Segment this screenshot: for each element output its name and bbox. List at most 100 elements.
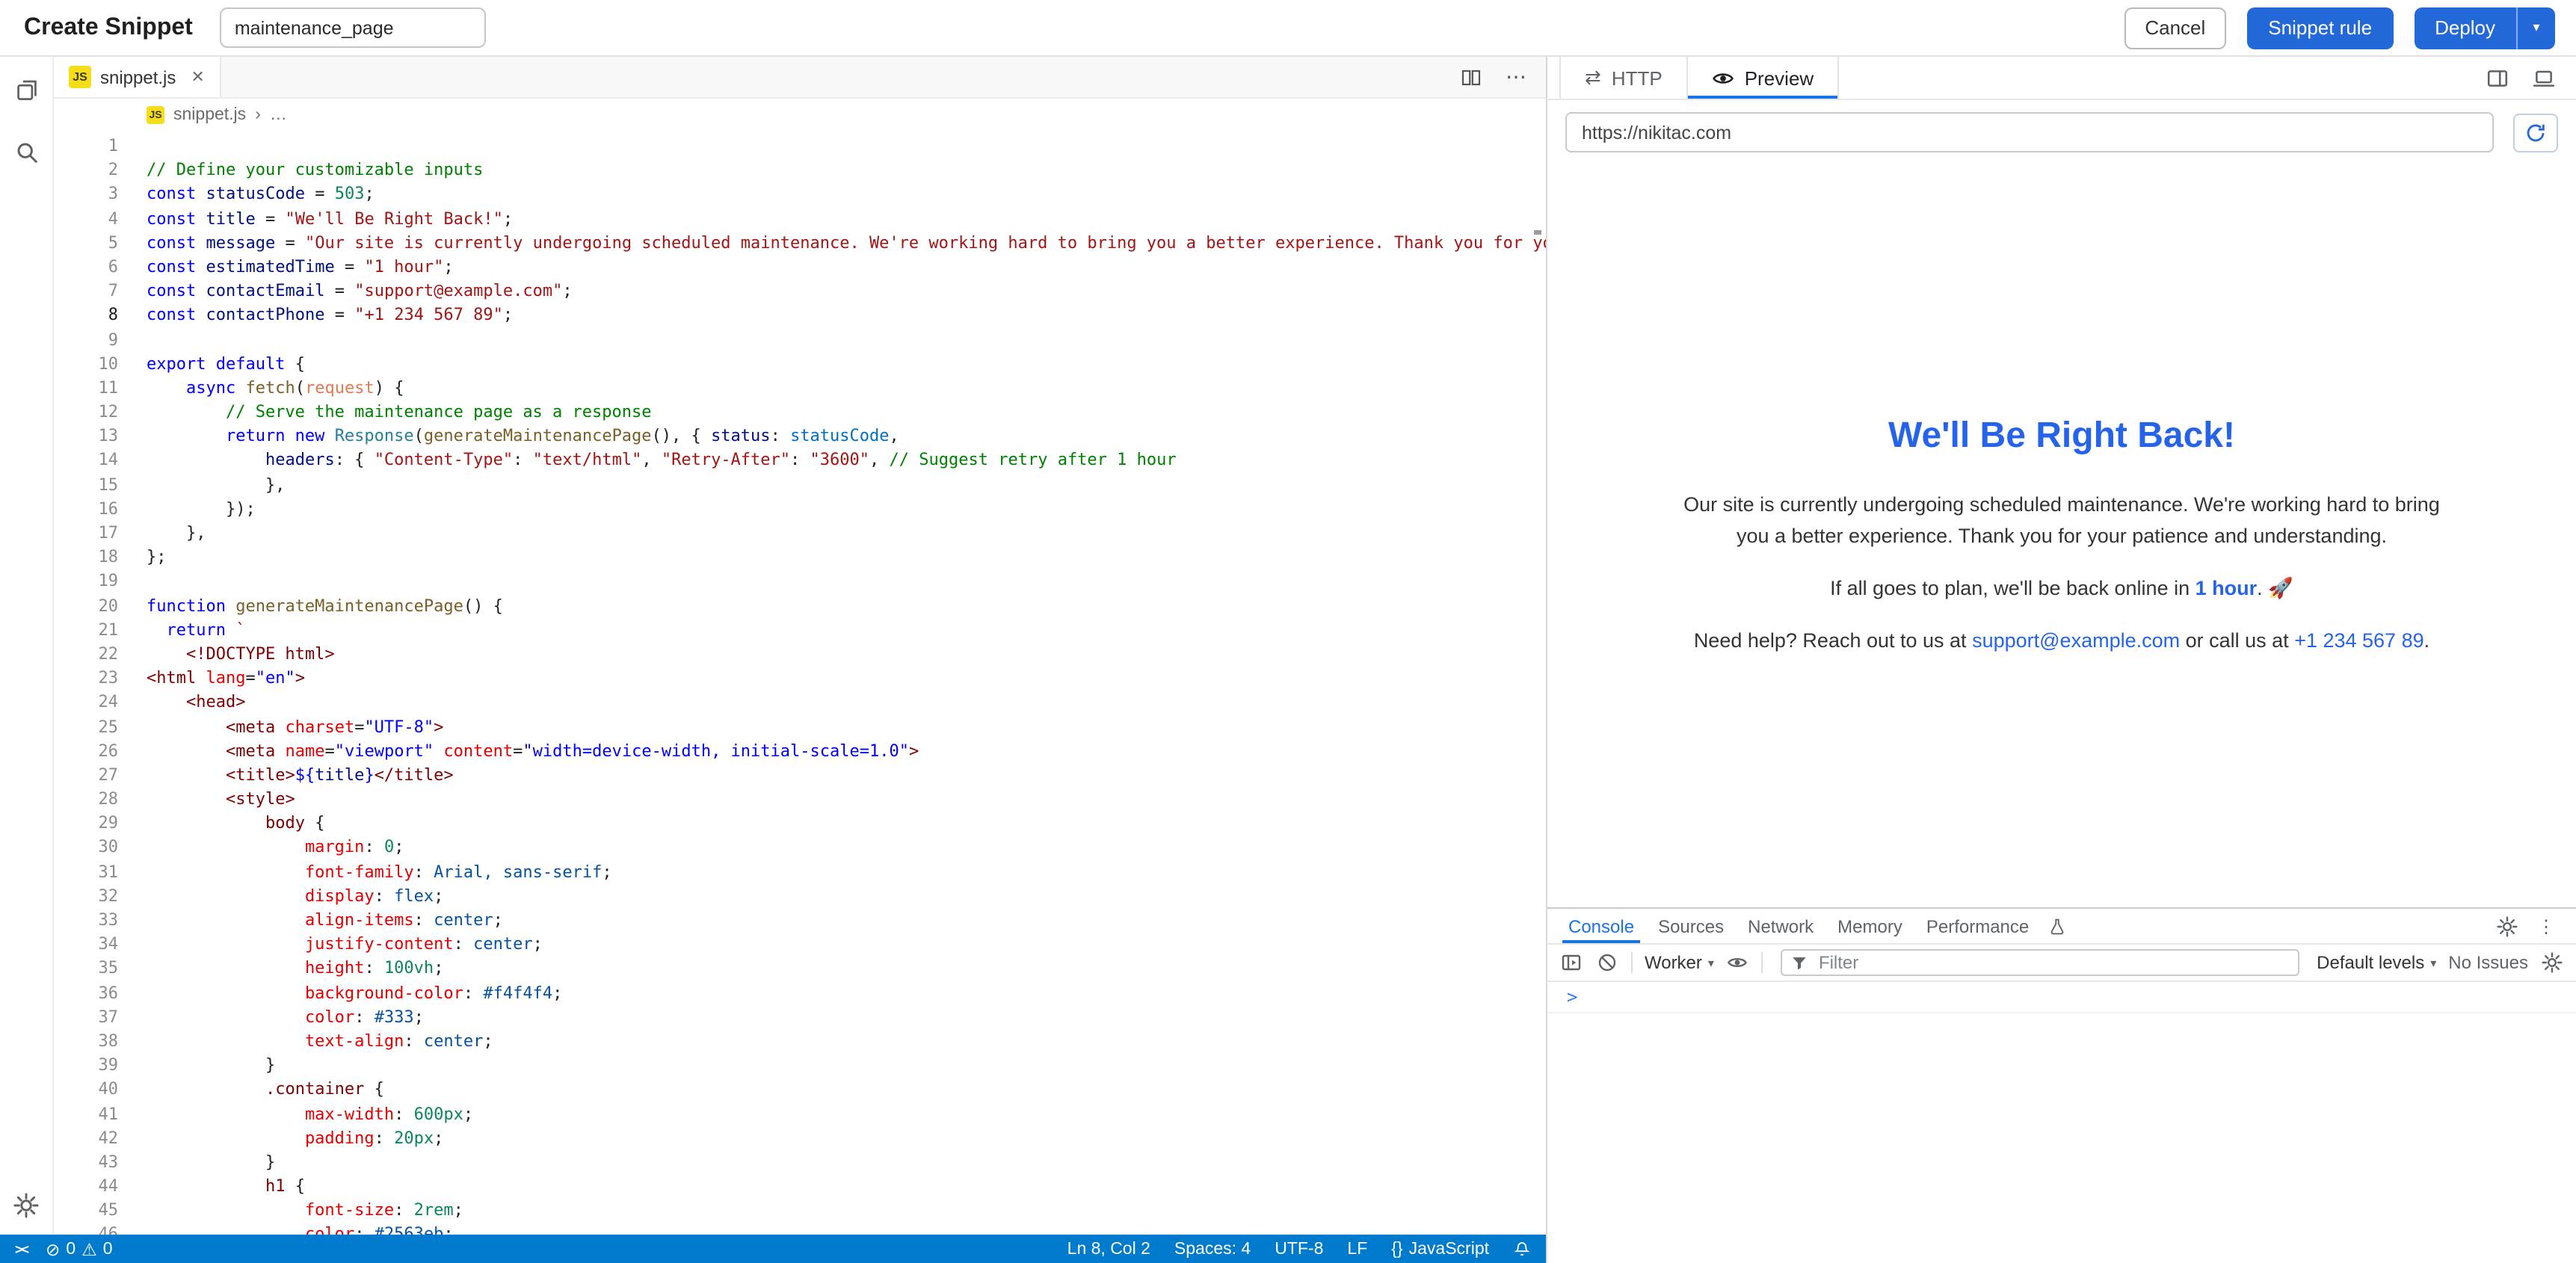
code-row[interactable]: 35 height: 100vh;	[54, 957, 1546, 981]
code-row[interactable]: 36 background-color: #f4f4f4;	[54, 981, 1546, 1005]
code-row[interactable]: 30 margin: 0;	[54, 836, 1546, 860]
code-row[interactable]: 41 max-width: 600px;	[54, 1102, 1546, 1126]
breadcrumb[interactable]: JS snippet.js › …	[54, 99, 1546, 132]
tab-http[interactable]: ⇄ HTTP	[1559, 57, 1686, 99]
bell-icon[interactable]	[1513, 1240, 1531, 1258]
console-input-row[interactable]: >	[1547, 982, 2576, 1013]
code-row[interactable]: 37 color: #333;	[54, 1006, 1546, 1030]
deploy-button[interactable]: Deploy	[2414, 7, 2516, 49]
code-row[interactable]: 22 <!DOCTYPE html>	[54, 643, 1546, 667]
code-row[interactable]: 2// Define your customizable inputs	[54, 158, 1546, 182]
more-actions-icon[interactable]: ⋯	[1504, 65, 1528, 89]
breadcrumb-file[interactable]: snippet.js	[173, 106, 246, 124]
code-row[interactable]: 10export default {	[54, 352, 1546, 376]
code-row[interactable]: 27 <title>${title}</title>	[54, 764, 1546, 788]
tab-preview[interactable]: Preview	[1686, 57, 1840, 99]
cursor-position[interactable]: Ln 8, Col 2	[1067, 1240, 1150, 1258]
code-row[interactable]: 31 font-family: Arial, sans-serif;	[54, 860, 1546, 884]
code-row[interactable]: 3const statusCode = 503;	[54, 183, 1546, 207]
url-input[interactable]	[1565, 112, 2494, 152]
remote-indicator-icon[interactable]: ><	[15, 1241, 28, 1256]
live-expression-eye-icon[interactable]	[1726, 951, 1750, 975]
code-row[interactable]: 14 headers: { "Content-Type": "text/html…	[54, 449, 1546, 473]
snippet-rule-button[interactable]: Snippet rule	[2247, 7, 2393, 49]
code-row[interactable]: 1	[54, 135, 1546, 158]
devtools-kebab-icon[interactable]: ⋮	[2537, 915, 2555, 936]
code-row[interactable]: 16 });	[54, 498, 1546, 522]
devtools-tab-network[interactable]: Network	[1736, 909, 1825, 943]
code-row[interactable]: 21 return `	[54, 619, 1546, 643]
contact-email-link[interactable]: support@example.com	[1972, 629, 2180, 652]
code-row[interactable]: 46 color: #2563eb;	[54, 1223, 1546, 1235]
code-row[interactable]: 24 <head>	[54, 691, 1546, 715]
console-sidebar-icon[interactable]	[1559, 951, 1583, 975]
devtools-tab-performance[interactable]: Performance	[1914, 909, 2041, 943]
language-mode[interactable]: {} JavaScript	[1391, 1240, 1489, 1258]
code-row[interactable]: 18};	[54, 546, 1546, 569]
code-row[interactable]: 17 },	[54, 522, 1546, 546]
code-row[interactable]: 12 // Serve the maintenance page as a re…	[54, 401, 1546, 424]
settings-gear-icon[interactable]	[11, 1190, 41, 1220]
code-editor[interactable]: 12// Define your customizable inputs3con…	[54, 132, 1546, 1235]
code-row[interactable]: 44 h1 {	[54, 1175, 1546, 1199]
code-row[interactable]: 28 <style>	[54, 788, 1546, 812]
code-row[interactable]: 43 }	[54, 1151, 1546, 1175]
breadcrumb-more[interactable]: …	[270, 106, 287, 124]
log-levels-selector[interactable]: Default levels ▾	[2317, 952, 2436, 973]
split-editor-icon[interactable]	[1459, 65, 1483, 89]
code-row[interactable]: 26 <meta name="viewport" content="width=…	[54, 739, 1546, 763]
issues-counter[interactable]: No Issues	[2448, 952, 2528, 973]
tab-snippet-js[interactable]: JS snippet.js ✕	[54, 57, 221, 97]
files-icon[interactable]	[11, 75, 41, 105]
console-output[interactable]: >	[1547, 982, 2576, 1263]
eol-sequence[interactable]: LF	[1347, 1240, 1367, 1258]
code-row[interactable]: 19	[54, 570, 1546, 594]
search-icon[interactable]	[11, 138, 41, 167]
code-row[interactable]: 4const title = "We'll Be Right Back!";	[54, 207, 1546, 231]
code-row[interactable]: 5const message = "Our site is currently …	[54, 232, 1546, 256]
code-row[interactable]: 38 text-align: center;	[54, 1030, 1546, 1054]
code-row[interactable]: 11 async fetch(request) {	[54, 377, 1546, 401]
console-settings-gear-icon[interactable]	[2540, 951, 2564, 975]
code-row[interactable]: 8const contactPhone = "+1 234 567 89";	[54, 304, 1546, 328]
line-number: 17	[54, 522, 118, 546]
code-row[interactable]: 15 },	[54, 473, 1546, 497]
code-row[interactable]: 29 body {	[54, 812, 1546, 836]
code-text: const statusCode = 503;	[118, 183, 375, 207]
code-row[interactable]: 39 }	[54, 1054, 1546, 1078]
split-view-icon[interactable]	[2486, 67, 2509, 89]
console-filter-input[interactable]	[1816, 951, 2288, 975]
code-row[interactable]: 9	[54, 328, 1546, 352]
deploy-dropdown-button[interactable]: ▾	[2516, 7, 2555, 49]
devtools-toggle-icon[interactable]	[2533, 67, 2555, 89]
code-row[interactable]: 34 justify-content: center;	[54, 933, 1546, 957]
code-row[interactable]: 20function generateMaintenancePage() {	[54, 594, 1546, 618]
code-row[interactable]: 13 return new Response(generateMaintenan…	[54, 425, 1546, 449]
code-row[interactable]: 25 <meta charset="UTF-8">	[54, 715, 1546, 739]
code-row[interactable]: 6const estimatedTime = "1 hour";	[54, 256, 1546, 280]
code-text: h1 {	[118, 1175, 305, 1199]
code-row[interactable]: 33 align-items: center;	[54, 909, 1546, 933]
code-row[interactable]: 23<html lang="en">	[54, 667, 1546, 691]
tab-bar-spacer	[221, 57, 1441, 97]
cancel-button[interactable]: Cancel	[2124, 7, 2226, 49]
refresh-button[interactable]	[2513, 113, 2558, 152]
devtools-tab-sources[interactable]: Sources	[1646, 909, 1736, 943]
code-row[interactable]: 32 display: flex;	[54, 885, 1546, 909]
code-row[interactable]: 7const contactEmail = "support@example.c…	[54, 280, 1546, 303]
console-context-selector[interactable]: Worker ▾	[1645, 952, 1714, 973]
contact-phone-link[interactable]: +1 234 567 89	[2294, 629, 2424, 652]
code-row[interactable]: 42 padding: 20px;	[54, 1126, 1546, 1150]
indentation[interactable]: Spaces: 4	[1174, 1240, 1251, 1258]
code-row[interactable]: 45 font-size: 2rem;	[54, 1199, 1546, 1223]
snippet-name-input[interactable]	[220, 7, 486, 48]
devtools-tab-console[interactable]: Console	[1556, 909, 1646, 943]
code-text: <title>${title}</title>	[118, 764, 454, 788]
problems-indicator[interactable]: ⊘ 0 ⚠ 0	[46, 1238, 113, 1259]
clear-console-icon[interactable]	[1595, 951, 1619, 975]
close-icon[interactable]: ✕	[191, 67, 204, 87]
devtools-tab-memory[interactable]: Memory	[1825, 909, 1914, 943]
encoding[interactable]: UTF-8	[1275, 1240, 1323, 1258]
code-row[interactable]: 40 .container {	[54, 1078, 1546, 1102]
devtools-settings-gear-icon[interactable]	[2497, 915, 2518, 936]
